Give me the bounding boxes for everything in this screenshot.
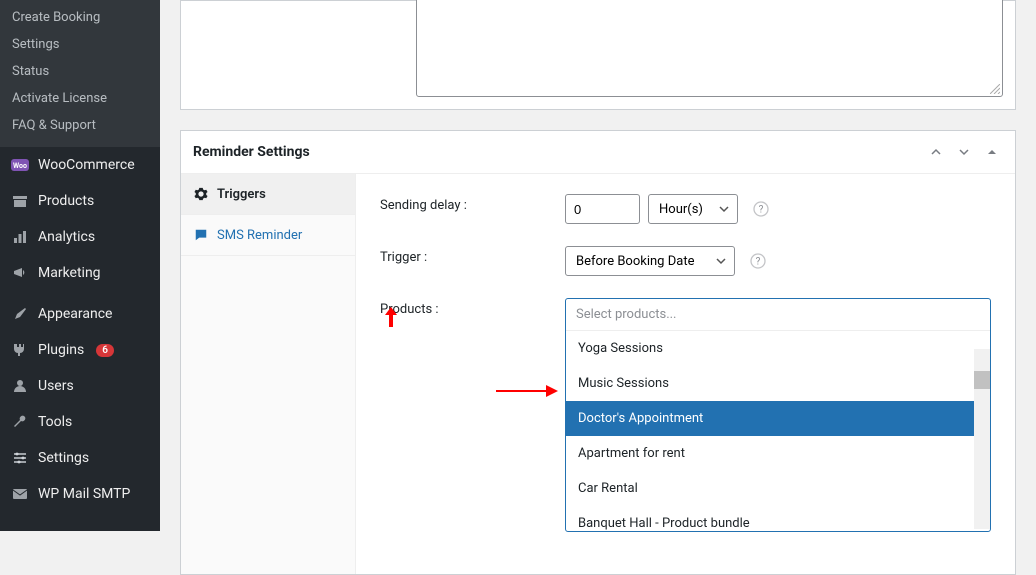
- sending-delay-unit-select[interactable]: Hour(s): [648, 194, 738, 224]
- main-content: Reminder Settings Triggers SMS Reminder: [160, 0, 1036, 531]
- sidebar-item-activate-license[interactable]: Activate License: [0, 85, 160, 112]
- product-option[interactable]: Car Rental: [566, 471, 990, 506]
- sidebar-item-users[interactable]: Users: [0, 368, 160, 404]
- user-icon: [10, 376, 30, 396]
- chevron-down-icon: [716, 256, 726, 266]
- resize-handle-icon[interactable]: [990, 84, 1000, 94]
- plug-icon: [10, 340, 30, 360]
- products-multiselect[interactable]: Select products... Yoga Sessions Music S…: [565, 298, 991, 532]
- gear-icon: [193, 186, 209, 202]
- scrollbar-thumb[interactable]: [974, 371, 990, 389]
- sidebar-item-analytics[interactable]: Analytics: [0, 219, 160, 255]
- sidebar-item-settings[interactable]: Settings: [0, 440, 160, 476]
- sidebar-item-products[interactable]: Products: [0, 183, 160, 219]
- sidebar-label: WooCommerce: [38, 157, 135, 173]
- svg-text:Woo: Woo: [13, 162, 27, 170]
- sidebar-label: Marketing: [38, 265, 101, 281]
- sidebar-label: Analytics: [38, 229, 95, 245]
- sidebar-item-plugins[interactable]: Plugins 6: [0, 332, 160, 368]
- panel-title: Reminder Settings: [193, 144, 310, 160]
- row-products: Products : Select products... Yoga Sessi…: [380, 298, 991, 532]
- brush-icon: [10, 304, 30, 324]
- sidebar-item-faq-support[interactable]: FAQ & Support: [0, 112, 160, 139]
- trigger-label: Trigger :: [380, 246, 565, 265]
- product-option[interactable]: Banquet Hall - Product bundle: [566, 506, 990, 531]
- sidebar-item-settings-sub[interactable]: Settings: [0, 31, 160, 58]
- product-option[interactable]: Doctor's Appointment: [566, 401, 990, 436]
- sidebar-item-wp-mail-smtp[interactable]: WP Mail SMTP: [0, 476, 160, 512]
- panel-tabs: Triggers SMS Reminder: [181, 174, 356, 574]
- panel-body: Triggers SMS Reminder Sending delay : Ho…: [181, 174, 1015, 574]
- products-label: Products :: [380, 298, 565, 317]
- panel-header: Reminder Settings: [181, 131, 1015, 174]
- sidebar-submenu: Create Booking Settings Status Activate …: [0, 0, 160, 147]
- sidebar-label: Tools: [38, 414, 72, 430]
- sidebar-label: Users: [38, 378, 74, 394]
- form-area: Sending delay : Hour(s) ? Trigger :: [356, 174, 1015, 574]
- select-value: Hour(s): [659, 202, 703, 217]
- sending-delay-label: Sending delay :: [380, 194, 565, 213]
- svg-text:?: ?: [759, 205, 764, 216]
- admin-sidebar: Create Booking Settings Status Activate …: [0, 0, 160, 531]
- help-icon[interactable]: ?: [752, 200, 770, 218]
- product-option[interactable]: Yoga Sessions: [566, 331, 990, 366]
- panel-move-down-button[interactable]: [953, 141, 975, 163]
- reminder-settings-panel: Reminder Settings Triggers SMS Reminder: [180, 130, 1016, 575]
- row-trigger: Trigger : Before Booking Date ?: [380, 246, 991, 276]
- sidebar-label: Plugins: [38, 342, 84, 358]
- sidebar-label: Appearance: [38, 306, 112, 322]
- product-option[interactable]: Music Sessions: [566, 366, 990, 401]
- sidebar-item-marketing[interactable]: Marketing: [0, 255, 160, 291]
- tab-triggers[interactable]: Triggers: [181, 174, 355, 215]
- sidebar-item-status[interactable]: Status: [0, 58, 160, 85]
- panel-controls: [925, 141, 1003, 163]
- megaphone-icon: [10, 263, 30, 283]
- sidebar-item-appearance[interactable]: Appearance: [0, 296, 160, 332]
- help-icon[interactable]: ?: [749, 252, 767, 270]
- message-textarea[interactable]: [416, 0, 1003, 97]
- tab-sms-reminder[interactable]: SMS Reminder: [181, 215, 355, 256]
- products-dropdown-list[interactable]: Yoga Sessions Music Sessions Doctor's Ap…: [566, 331, 990, 531]
- sidebar-label: Products: [38, 193, 94, 209]
- upper-panel: [180, 0, 1016, 110]
- sidebar-label: WP Mail SMTP: [38, 486, 130, 502]
- product-option[interactable]: Apartment for rent: [566, 436, 990, 471]
- sidebar-item-create-booking[interactable]: Create Booking: [0, 4, 160, 31]
- products-search-input[interactable]: Select products...: [566, 299, 990, 331]
- row-sending-delay: Sending delay : Hour(s) ?: [380, 194, 991, 224]
- chevron-down-icon: [719, 204, 729, 214]
- woocommerce-icon: Woo: [10, 155, 30, 175]
- envelope-icon: [10, 484, 30, 504]
- wrench-icon: [10, 412, 30, 432]
- chart-bar-icon: [10, 227, 30, 247]
- svg-text:?: ?: [756, 257, 761, 268]
- sliders-icon: [10, 448, 30, 468]
- panel-move-up-button[interactable]: [925, 141, 947, 163]
- sending-delay-input[interactable]: [565, 194, 640, 224]
- archive-icon: [10, 191, 30, 211]
- plugins-update-badge: 6: [96, 344, 114, 357]
- sidebar-item-woocommerce[interactable]: Woo WooCommerce: [0, 147, 160, 183]
- panel-toggle-button[interactable]: [981, 141, 1003, 163]
- trigger-select[interactable]: Before Booking Date: [565, 246, 735, 276]
- sidebar-item-tools[interactable]: Tools: [0, 404, 160, 440]
- chat-icon: [193, 227, 209, 243]
- tab-label: SMS Reminder: [217, 228, 302, 243]
- tab-label: Triggers: [217, 187, 266, 202]
- sidebar-label: Settings: [38, 450, 89, 466]
- select-value: Before Booking Date: [576, 254, 694, 269]
